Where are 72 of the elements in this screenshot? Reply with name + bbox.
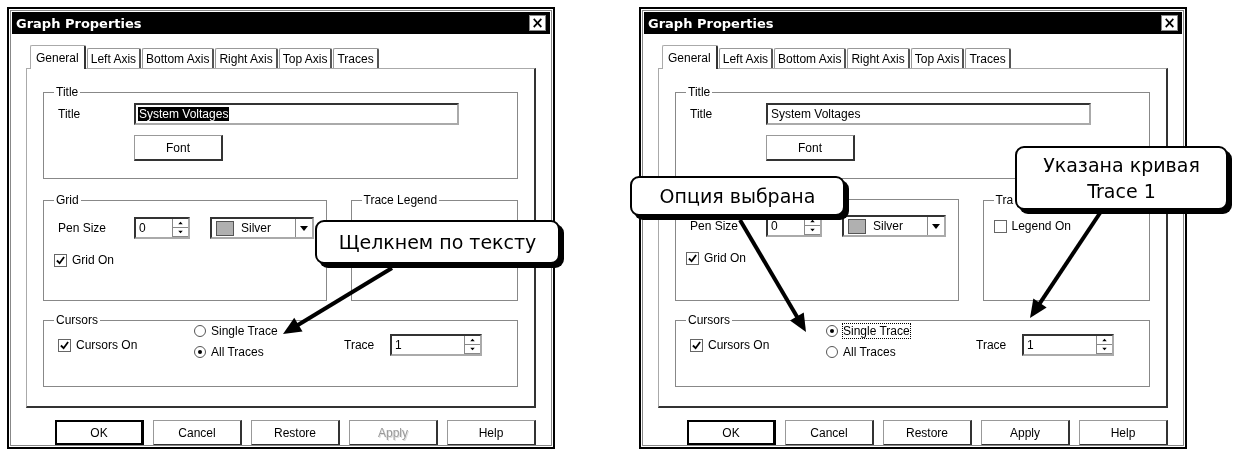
checkbox-label[interactable]: Cursors On — [708, 338, 770, 352]
checkbox[interactable] — [58, 338, 71, 352]
trace-spinner[interactable]: 1 — [390, 334, 482, 356]
trace-spinner[interactable]: 1 — [1022, 334, 1114, 356]
radio-button[interactable] — [826, 325, 838, 337]
field-label: Trace — [344, 338, 376, 352]
checkbox[interactable] — [686, 251, 699, 265]
tab[interactable]: Traces — [965, 48, 1011, 68]
field-label: Pen Size — [57, 221, 108, 235]
checkbox[interactable] — [690, 338, 703, 352]
checkbox-label[interactable]: Grid On — [704, 251, 746, 265]
tab[interactable]: Top Axis — [910, 48, 965, 68]
field-label: Pen Size — [689, 219, 740, 233]
dialog-button[interactable]: Help — [1079, 420, 1168, 446]
pen-size-spinner[interactable]: 0 — [134, 217, 190, 239]
radio-button[interactable] — [826, 346, 838, 358]
tab[interactable]: Bottom Axis — [142, 48, 215, 68]
checkbox-label[interactable]: Cursors On — [76, 338, 138, 352]
group-label: Grid — [55, 193, 80, 207]
tab[interactable]: Right Axis — [215, 48, 278, 68]
up-arrow-icon[interactable] — [173, 219, 188, 228]
close-button[interactable]: × — [529, 15, 546, 31]
tab[interactable]: Traces — [333, 48, 379, 68]
radio-label[interactable]: All Traces — [843, 345, 896, 359]
radio-label[interactable]: All Traces — [211, 345, 264, 359]
radio-button[interactable] — [194, 346, 206, 358]
dialog-button[interactable]: Help — [447, 420, 536, 446]
radio-button[interactable] — [194, 325, 206, 337]
color-dropdown[interactable]: Silver — [210, 217, 314, 239]
down-arrow-icon[interactable] — [1097, 345, 1112, 354]
up-arrow-icon[interactable] — [1097, 336, 1112, 345]
up-arrow-icon[interactable] — [465, 336, 480, 345]
window-title: Graph Properties — [16, 15, 142, 31]
radio-label[interactable]: Single Trace — [843, 324, 910, 338]
dialog-button[interactable]: Apply — [981, 420, 1070, 446]
group-label: Cursors — [687, 313, 731, 327]
tab[interactable]: General — [662, 45, 718, 69]
checkbox-label[interactable]: Legend On — [1011, 219, 1071, 233]
dialog-button[interactable]: OK — [55, 420, 144, 446]
field-label: Title — [689, 107, 714, 121]
title-field[interactable]: System Voltages — [134, 103, 459, 125]
down-arrow-icon[interactable] — [465, 345, 480, 354]
tab[interactable]: Right Axis — [847, 48, 910, 68]
font-button[interactable]: Font — [134, 135, 223, 161]
group-label: Title — [55, 85, 80, 99]
close-button[interactable]: × — [1161, 15, 1178, 31]
group-label: Trace Legend — [362, 193, 439, 207]
title-field[interactable]: System Voltages — [766, 103, 1091, 125]
dialog-button[interactable]: OK — [687, 420, 776, 446]
font-button[interactable]: Font — [766, 135, 855, 161]
group-label: Cursors — [55, 313, 99, 327]
dialog-button[interactable]: Restore — [251, 420, 340, 446]
window-title: Graph Properties — [648, 15, 774, 31]
tab[interactable]: Left Axis — [718, 48, 774, 68]
dialog-button[interactable]: Cancel — [785, 420, 874, 446]
field-label: Title — [57, 107, 82, 121]
dialog-button[interactable]: Restore — [883, 420, 972, 446]
down-arrow-icon[interactable] — [173, 228, 188, 237]
tab[interactable]: Left Axis — [86, 48, 142, 68]
tab[interactable]: General — [30, 45, 86, 69]
field-label: Trace — [976, 338, 1008, 352]
down-arrow-icon[interactable] — [805, 226, 820, 235]
tab[interactable]: Top Axis — [278, 48, 333, 68]
color-dropdown[interactable]: Silver — [842, 215, 946, 237]
tab[interactable]: Bottom Axis — [774, 48, 847, 68]
checkbox[interactable] — [54, 253, 67, 267]
radio-label[interactable]: Single Trace — [211, 324, 278, 338]
checkbox-label[interactable]: Grid On — [72, 253, 114, 267]
checkbox[interactable] — [993, 219, 1007, 233]
dialog-button[interactable]: Cancel — [153, 420, 242, 446]
group-label: Tra — [994, 193, 1015, 207]
group-label: Title — [687, 85, 712, 99]
